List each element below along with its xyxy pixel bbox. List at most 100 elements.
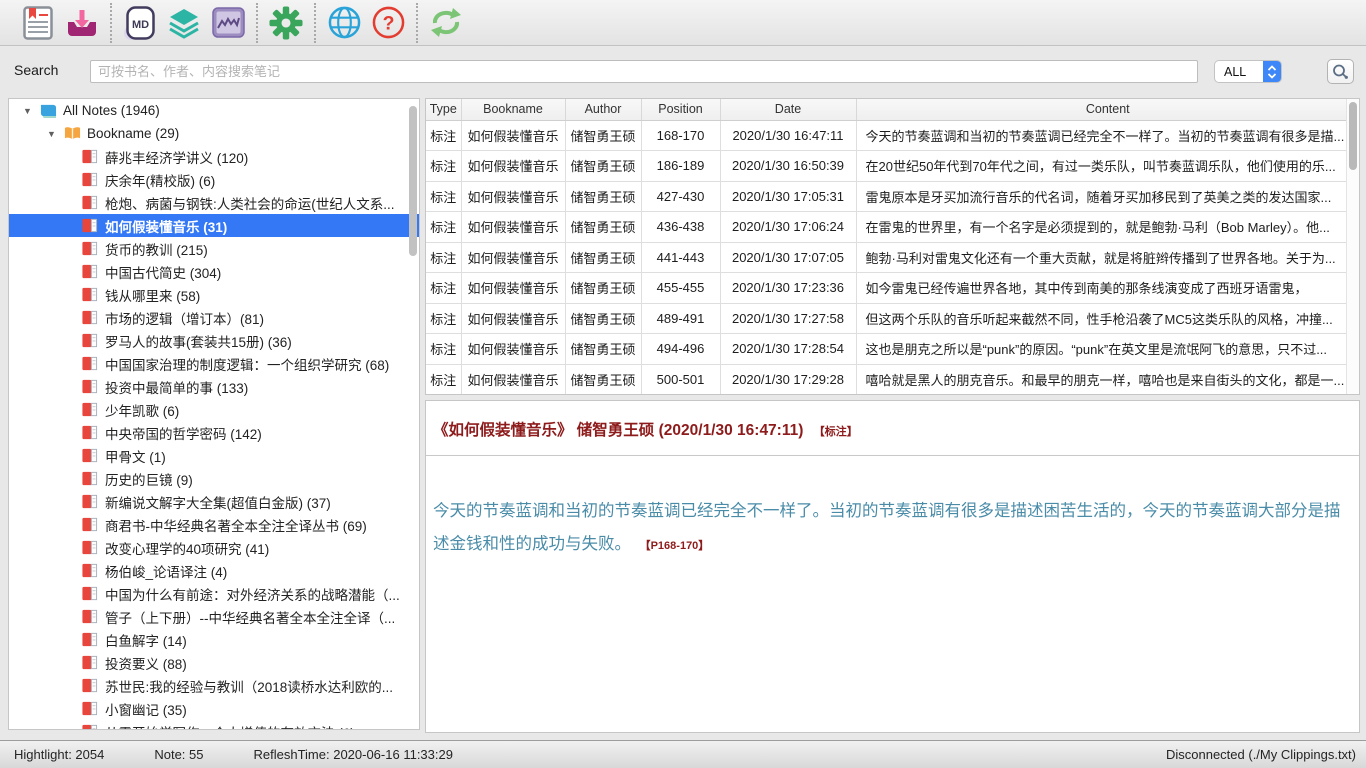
sidebar-item-book[interactable]: 薛兆丰经济学讲义 (120) [9,145,419,168]
book-icon [81,700,101,717]
sidebar-item-all-notes[interactable]: ▼ All Notes (1946) [9,99,419,122]
sidebar-item-book[interactable]: 市场的逻辑（增订本）(81) [9,306,419,329]
book-label: 甲骨文 (1) [101,446,166,466]
sidebar-item-book[interactable]: 中国国家治理的制度逻辑：一个组织学研究 (68) [9,352,419,375]
column-header-author[interactable]: Author [565,99,641,120]
sidebar-item-book[interactable]: 中国古代简史 (304) [9,260,419,283]
column-header-content[interactable]: Content [856,99,1359,120]
sidebar-item-book[interactable]: 甲骨文 (1) [9,444,419,467]
column-header-type[interactable]: Type [426,99,461,120]
sidebar-item-book[interactable]: 中央帝国的哲学密码 (142) [9,421,419,444]
website-button[interactable] [322,3,366,43]
column-header-bookname[interactable]: Bookname [461,99,565,120]
book-label: 小窗幽记 (35) [101,699,187,719]
sidebar-item-book[interactable]: 枪炮、病菌与钢铁:人类社会的命运(世纪人文系... [9,191,419,214]
search-input[interactable] [90,60,1198,83]
column-header-position[interactable]: Position [641,99,720,120]
notes-document-button[interactable] [16,3,60,43]
sidebar-item-book[interactable]: 管子（上下册）--中华经典名著全本全注全译（... [9,605,419,628]
search-label: Search [14,62,58,78]
table-row[interactable]: 标注如何假装懂音乐储智勇王硕168-1702020/1/30 16:47:11今… [426,120,1359,151]
sidebar-item-book[interactable]: 历史的巨镜 (9) [9,467,419,490]
book-label: 商君书-中华经典名著全本全注全译丛书 (69) [101,515,367,535]
table-scrollbar-thumb[interactable] [1349,102,1357,170]
sidebar-item-book[interactable]: 庆余年(精校版) (6) [9,168,419,191]
sidebar-item-bookname[interactable]: ▼ Bookname (29) [9,122,419,145]
book-icon [81,585,101,602]
book-icon [81,608,101,625]
cell-type: 标注 [426,212,461,243]
book-icon [81,723,101,730]
table-row[interactable]: 标注如何假装懂音乐储智勇王硕494-4962020/1/30 17:28:54这… [426,334,1359,365]
search-row: Search ALL [0,47,1366,95]
book-icon [81,355,101,372]
cell-type: 标注 [426,364,461,395]
table-row[interactable]: 标注如何假装懂音乐储智勇王硕441-4432020/1/30 17:07:05鲍… [426,242,1359,273]
book-label: 苏世民:我的经验与教训（2018读桥水达利欧的... [101,676,393,696]
cell-bookname: 如何假装懂音乐 [461,303,565,334]
book-icon [81,424,101,441]
table-scrollbar[interactable] [1346,99,1359,394]
settings-button[interactable] [264,3,308,43]
table-row[interactable]: 标注如何假装懂音乐储智勇王硕455-4552020/1/30 17:23:36如… [426,273,1359,304]
sidebar-item-book[interactable]: 改变心理学的40项研究 (41) [9,536,419,559]
sidebar-item-book[interactable]: 如何假装懂音乐 (31) [9,214,419,237]
cell-content: 但这两个乐队的音乐听起来截然不同，性手枪沿袭了MC5这类乐队的风格，冲撞... [856,303,1359,334]
book-icon [81,516,101,533]
sidebar-item-book[interactable]: 新编说文解字大全集(超值白金版) (37) [9,490,419,513]
refresh-sync-button[interactable] [424,3,468,43]
sidebar-item-book[interactable]: 从零开始学写作：个人增值的有效方法 (6) [9,720,419,730]
sidebar-item-book[interactable]: 白鱼解字 (14) [9,628,419,651]
note-detail-pane: 《如何假装懂音乐》 储智勇王硕 (2020/1/30 16:47:11) 【标注… [425,400,1360,733]
cell-type: 标注 [426,181,461,212]
cell-type: 标注 [426,120,461,151]
table-row[interactable]: 标注如何假装懂音乐储智勇王硕436-4382020/1/30 17:06:24在… [426,212,1359,243]
sidebar-item-book[interactable]: 商君书-中华经典名著全本全注全译丛书 (69) [9,513,419,536]
cell-content: 在雷鬼的世界里，有一个名字是必须提到的，就是鲍勃·马利（Bob Marley）。… [856,212,1359,243]
table-row[interactable]: 标注如何假装懂音乐储智勇王硕500-5012020/1/30 17:29:28嘻… [426,364,1359,395]
detail-body-text: 今天的节奏蓝调和当初的节奏蓝调已经完全不一样了。当初的节奏蓝调有很多是描述困苦生… [433,502,1341,553]
bookname-open-book-icon [63,125,83,142]
table-header-row: TypeBooknameAuthorPositionDateContent [426,99,1359,120]
book-label: 中国国家治理的制度逻辑：一个组织学研究 (68) [101,354,389,374]
sidebar: ▼ All Notes (1946) ▼ Bookname (29) 薛兆丰经济… [8,98,420,730]
sidebar-item-book[interactable]: 杨伯峻_论语译注 (4) [9,559,419,582]
filter-select[interactable]: ALL [1214,60,1282,83]
statistics-button[interactable] [206,3,250,43]
sidebar-item-book[interactable]: 苏世民:我的经验与教训（2018读桥水达利欧的... [9,674,419,697]
search-button[interactable] [1327,59,1354,84]
merge-layers-button[interactable] [162,3,206,43]
cell-content: 雷鬼原本是牙买加流行音乐的代名词，随着牙买加移民到了英美之类的发达国家... [856,181,1359,212]
markdown-export-button[interactable]: MD [118,3,162,43]
column-header-date[interactable]: Date [720,99,856,120]
book-label: 新编说文解字大全集(超值白金版) (37) [101,492,331,512]
book-icon [81,401,101,418]
table-row[interactable]: 标注如何假装懂音乐储智勇王硕427-4302020/1/30 17:05:31雷… [426,181,1359,212]
sidebar-item-book[interactable]: 中国为什么有前途：对外经济关系的战略潜能（... [9,582,419,605]
book-icon [81,470,101,487]
disclosure-triangle-icon[interactable]: ▼ [47,129,63,139]
sidebar-scrollbar[interactable] [407,100,418,728]
cell-type: 标注 [426,151,461,182]
help-button[interactable]: ? [366,3,410,43]
cell-bookname: 如何假装懂音乐 [461,120,565,151]
sidebar-item-book[interactable]: 钱从哪里来 (58) [9,283,419,306]
cell-bookname: 如何假装懂音乐 [461,273,565,304]
all-notes-book-icon [39,102,59,119]
disclosure-triangle-icon[interactable]: ▼ [23,106,39,116]
all-notes-label: All Notes (1946) [59,103,160,118]
sidebar-item-book[interactable]: 货币的教训 (215) [9,237,419,260]
sidebar-item-book[interactable]: 投资中最简单的事 (133) [9,375,419,398]
cell-content: 今天的节奏蓝调和当初的节奏蓝调已经完全不一样了。当初的节奏蓝调有很多是描... [856,120,1359,151]
book-icon [81,263,101,280]
import-clippings-button[interactable] [60,3,104,43]
sidebar-item-book[interactable]: 少年凯歌 (6) [9,398,419,421]
sidebar-item-book[interactable]: 小窗幽记 (35) [9,697,419,720]
sidebar-item-book[interactable]: 投资要义 (88) [9,651,419,674]
table-row[interactable]: 标注如何假装懂音乐储智勇王硕489-4912020/1/30 17:27:58但… [426,303,1359,334]
cell-author: 储智勇王硕 [565,303,641,334]
sidebar-scrollbar-thumb[interactable] [409,106,417,256]
table-row[interactable]: 标注如何假装懂音乐储智勇王硕186-1892020/1/30 16:50:39在… [426,151,1359,182]
sidebar-item-book[interactable]: 罗马人的故事(套装共15册) (36) [9,329,419,352]
markdown-file-icon: MD [124,6,157,40]
